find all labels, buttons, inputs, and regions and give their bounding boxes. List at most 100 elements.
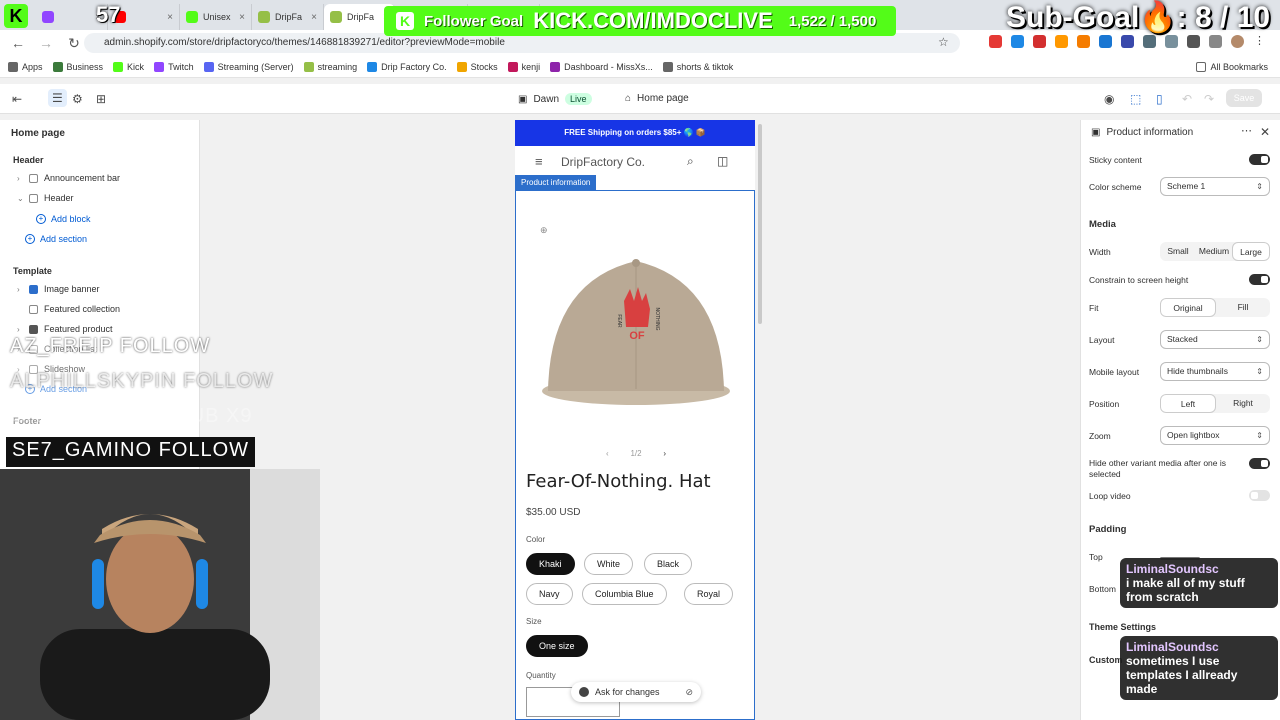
save-button[interactable]: Save: [1226, 89, 1262, 107]
all-bookmarks[interactable]: All Bookmarks: [1196, 61, 1268, 72]
fit-segmented[interactable]: Original Fill: [1160, 298, 1270, 317]
bookmark-label: streaming: [317, 61, 358, 72]
layout-select[interactable]: Stacked ⇕: [1160, 330, 1270, 349]
tab-close-icon[interactable]: ×: [311, 12, 317, 23]
extension-icon[interactable]: [1011, 35, 1024, 48]
extension-icon[interactable]: [1121, 35, 1134, 48]
width-large[interactable]: Large: [1232, 242, 1270, 261]
extension-icon[interactable]: [1033, 35, 1046, 48]
sticky-content-toggle[interactable]: [1249, 154, 1270, 165]
fit-fill[interactable]: Fill: [1216, 298, 1270, 317]
page-selector[interactable]: ⌂ Home page: [625, 93, 689, 104]
extension-icon[interactable]: [1055, 35, 1068, 48]
color-option-black[interactable]: Black: [644, 553, 693, 575]
extension-icon[interactable]: [1099, 35, 1112, 48]
color-option-white[interactable]: White: [584, 553, 634, 575]
extension-icon[interactable]: [989, 35, 1002, 48]
store-name[interactable]: DripFactory Co.: [561, 155, 645, 169]
back-icon[interactable]: ←: [10, 35, 26, 51]
color-scheme-select[interactable]: Scheme 1 ⇕: [1160, 177, 1270, 196]
bookmark-item[interactable]: kenji: [507, 61, 540, 72]
product-information-section[interactable]: ⊕ OF FEAR NOTHING ‹ 1/2 › Fear-Of-Nothin…: [515, 190, 755, 720]
extension-icon[interactable]: [1209, 35, 1222, 48]
announcement-bar[interactable]: FREE Shipping on orders $85+ 🌎 📦: [515, 120, 755, 146]
forward-icon[interactable]: →: [38, 35, 54, 51]
extension-icon[interactable]: [1165, 35, 1178, 48]
bookmark-item[interactable]: Twitch: [154, 61, 194, 72]
extension-icon[interactable]: [1143, 35, 1156, 48]
width-medium[interactable]: Medium: [1196, 242, 1232, 261]
chevron-right-icon[interactable]: ›: [17, 174, 23, 183]
apps-icon[interactable]: ⊞: [96, 92, 106, 106]
mobile-preview-icon[interactable]: ▯: [1156, 92, 1163, 106]
section-featured-collection[interactable]: Featured collection: [17, 301, 120, 317]
chevron-right-icon[interactable]: ›: [17, 325, 23, 334]
extension-icon[interactable]: [1187, 35, 1200, 48]
browser-tab[interactable]: Unisex ×: [180, 4, 252, 30]
fit-original[interactable]: Original: [1160, 298, 1216, 317]
bookmark-item[interactable]: streaming: [303, 61, 358, 72]
position-right[interactable]: Right: [1216, 394, 1270, 413]
bookmark-item[interactable]: Drip Factory Co.: [367, 61, 447, 72]
settings-icon[interactable]: ⚙: [72, 92, 83, 106]
eye-slash-icon[interactable]: ⊘: [685, 687, 693, 698]
undo-icon[interactable]: ↶: [1182, 92, 1192, 106]
chevron-down-icon[interactable]: ⌄: [17, 194, 24, 203]
sections-icon[interactable]: ☰: [48, 89, 67, 107]
inspector-icon[interactable]: ◉: [1104, 92, 1114, 106]
color-option-navy[interactable]: Navy: [526, 583, 573, 605]
bookmark-item[interactable]: Apps: [8, 61, 43, 72]
bookmark-item[interactable]: Business: [52, 61, 103, 72]
close-icon[interactable]: ✕: [1260, 125, 1270, 139]
custom-css-section[interactable]: Custom: [1089, 655, 1123, 665]
mobile-layout-select[interactable]: Hide thumbnails ⇕: [1160, 362, 1270, 381]
menu-icon[interactable]: ⋮: [1253, 35, 1266, 48]
constrain-toggle[interactable]: [1249, 274, 1270, 285]
theme-selector[interactable]: ▣ Dawn Live: [518, 93, 592, 105]
bookmark-item[interactable]: shorts & tiktok: [662, 61, 733, 72]
zoom-select[interactable]: Open lightbox ⇕: [1160, 426, 1270, 445]
size-option[interactable]: One size: [526, 635, 588, 657]
hide-variant-toggle[interactable]: [1249, 458, 1270, 469]
add-block-button[interactable]: + Add block: [36, 214, 91, 224]
preview-scrollbar[interactable]: [758, 124, 762, 324]
bookmark-item[interactable]: Dashboard - MissXs...: [550, 61, 653, 72]
bookmark-star-icon[interactable]: ☆: [938, 35, 949, 49]
section-header[interactable]: ⌄ Header: [17, 190, 74, 206]
profile-avatar[interactable]: [1231, 35, 1244, 48]
cart-icon[interactable]: ◫: [717, 154, 728, 168]
browser-tab[interactable]: DripFa ×: [252, 4, 324, 30]
select-tool-icon[interactable]: ⬚: [1130, 92, 1141, 106]
position-segmented[interactable]: Left Right: [1160, 394, 1270, 413]
position-left[interactable]: Left: [1160, 394, 1216, 413]
menu-icon[interactable]: ≡: [535, 154, 543, 169]
chevron-right-icon[interactable]: ›: [17, 285, 23, 294]
section-image-banner[interactable]: › Image banner: [17, 281, 100, 297]
color-option-khaki[interactable]: Khaki: [526, 553, 575, 575]
chevron-left-icon[interactable]: ‹: [606, 449, 609, 458]
url-input[interactable]: admin.shopify.com/store/dripfactoryco/th…: [84, 33, 960, 53]
more-icon[interactable]: ⋯: [1241, 124, 1252, 137]
add-section-button[interactable]: + Add section: [25, 234, 87, 244]
loop-video-toggle[interactable]: [1249, 490, 1270, 501]
width-segmented[interactable]: Small Medium Large: [1160, 242, 1270, 261]
tab-close-icon[interactable]: ×: [239, 12, 245, 23]
reload-icon[interactable]: ↻: [66, 35, 82, 52]
bookmark-item[interactable]: Kick: [113, 61, 144, 72]
product-image[interactable]: OF FEAR NOTHING: [538, 231, 734, 421]
section-announcement-bar[interactable]: › Announcement bar: [17, 170, 120, 186]
follower-goal-url: KICK.COM/IMDOCLIVE: [533, 8, 773, 33]
ask-for-changes-button[interactable]: Ask for changes ⊘: [571, 682, 701, 702]
color-option-columbia-blue[interactable]: Columbia Blue: [582, 583, 667, 605]
color-option-royal[interactable]: Royal: [684, 583, 734, 605]
exit-icon[interactable]: ⇤: [12, 92, 22, 106]
bookmark-item[interactable]: Stocks: [456, 61, 498, 72]
theme-settings-link[interactable]: Theme Settings: [1089, 622, 1156, 632]
width-small[interactable]: Small: [1160, 242, 1196, 261]
tab-close-icon[interactable]: ×: [167, 12, 173, 23]
extension-icon[interactable]: [1077, 35, 1090, 48]
chevron-right-icon[interactable]: ›: [663, 449, 666, 458]
search-icon[interactable]: ⌕: [687, 154, 694, 169]
redo-icon[interactable]: ↷: [1204, 92, 1214, 106]
bookmark-item[interactable]: Streaming (Server): [203, 61, 294, 72]
